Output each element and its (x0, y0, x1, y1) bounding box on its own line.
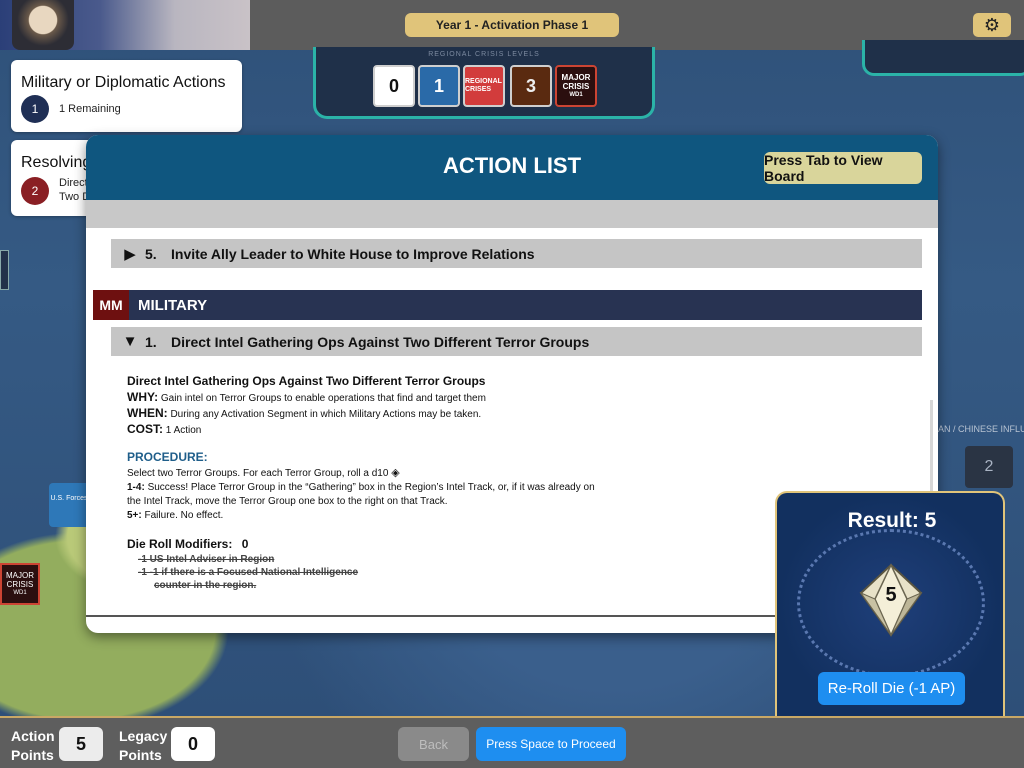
actions-card-title: Military or Diplomatic Actions (21, 74, 226, 91)
board-major-crisis-token[interactable]: MAJOR CRISIS WD1 (0, 563, 40, 605)
reroll-button[interactable]: Re-Roll Die (-1 AP) (818, 672, 965, 705)
actions-card[interactable]: Military or Diplomatic Actions 1 1 Remai… (11, 60, 242, 132)
regional-crises-token[interactable]: REGIONAL CRISES (463, 65, 505, 107)
modifiers-label: Die Roll Modifiers: (127, 537, 233, 551)
major-crisis-token[interactable]: MAJOR CRISIS WD1 (555, 65, 597, 107)
us-forces-token[interactable]: U.S. Forces (49, 483, 89, 527)
why-text: Gain intel on Terror Groups to enable op… (160, 393, 486, 404)
resolving-badge: 2 (21, 177, 49, 205)
modifier-item: -1 US Intel Adviser in Region (138, 554, 275, 565)
procedure-heading: PROCEDURE: (127, 450, 208, 464)
board-major-line2: CRISIS (6, 580, 34, 589)
crisis-level-3[interactable]: 3 (510, 65, 552, 107)
crisis-caption: REGIONAL CRISIS LEVELS (428, 51, 540, 58)
board-major-line1: MAJOR (6, 571, 34, 580)
modifier-item: -1 -1 if there is a Focused National Int… (138, 567, 359, 578)
proceed-button[interactable]: Press Space to Proceed (476, 727, 626, 761)
detail-cost: COST: 1 Action (127, 422, 897, 436)
action-points-value: 5 (59, 727, 103, 761)
legacy-points-label-line2: Points (119, 747, 162, 763)
procedure-text: Select two Terror Groups. For each Terro… (127, 466, 597, 523)
military-label: MILITARY (138, 296, 208, 314)
detail-why: WHY: Gain intel on Terror Groups to enab… (127, 390, 897, 404)
dice-result-panel: Result: 5 5 Re-Roll Die (-1 AP) (775, 491, 1005, 716)
fail-text: Failure. No effect. (144, 510, 224, 521)
action-number: 5. (145, 245, 157, 262)
action-row-invite-ally[interactable]: ▶ 5. Invite Ally Leader to White House t… (111, 239, 922, 268)
military-code: MM (93, 290, 129, 320)
back-button[interactable]: Back (398, 727, 469, 761)
procedure-success: 1-4: Success! Place Terror Group in the … (127, 481, 597, 509)
legacy-points-label: Legacy Points (119, 727, 167, 765)
action-label: Direct Intel Gathering Ops Against Two D… (171, 333, 590, 350)
chevron-down-icon: ▼ (122, 333, 138, 350)
bottom-bar: Action Points 5 Legacy Points 0 Back Pre… (0, 716, 1024, 768)
when-label: WHEN: (127, 406, 168, 420)
action-points-label: Action Points (11, 727, 55, 765)
procedure-intro-text: Select two Terror Groups. For each Terro… (127, 468, 389, 479)
influence-track-value[interactable]: 2 (965, 446, 1013, 488)
action-points-label-line1: Action (11, 728, 55, 744)
modal-header: ACTION LIST Press Tab to View Board (86, 135, 938, 200)
settings-button[interactable]: ⚙ (973, 13, 1011, 37)
resolving-card-title: Resolving (21, 154, 92, 171)
legacy-points-value: 0 (171, 727, 215, 761)
when-text: During any Activation Segment in which M… (170, 409, 482, 420)
action-number: 1. (145, 333, 157, 350)
influence-track-label: AN / CHINESE INFLU (938, 424, 1024, 434)
president-portrait (12, 0, 74, 50)
cost-label: COST: (127, 422, 163, 436)
crisis-level-1[interactable]: 1 (418, 65, 460, 107)
legacy-points-label-line1: Legacy (119, 728, 168, 744)
detail-title: Direct Intel Gathering Ops Against Two D… (127, 374, 486, 388)
phase-indicator: Year 1 - Activation Phase 1 (405, 13, 619, 37)
action-points-label-line2: Points (11, 747, 54, 763)
gear-icon: ⚙ (983, 14, 1001, 35)
die-value: 5 (885, 584, 897, 606)
major-crisis-line3: WD1 (569, 91, 583, 98)
view-board-button[interactable]: Press Tab to View Board (764, 152, 922, 184)
board-token[interactable] (0, 250, 9, 290)
procedure-intro: Select two Terror Groups. For each Terro… (127, 466, 597, 481)
major-crisis-line2: CRISIS (562, 81, 590, 91)
crisis-level-0[interactable]: 0 (373, 65, 415, 107)
success-text: Success! Place Terror Group in the “Gath… (127, 482, 595, 507)
success-label: 1-4: (127, 482, 145, 493)
chevron-right-icon: ▶ (124, 245, 136, 263)
actions-remaining: 1 Remaining (59, 103, 121, 115)
regional-crisis-tray: REGIONAL CRISIS LEVELS 0 1 REGIONAL CRIS… (313, 47, 655, 119)
military-section-header: MM MILITARY (93, 290, 922, 320)
cost-text: 1 Action (165, 425, 202, 436)
procedure-fail: 5+: Failure. No effect. (127, 509, 597, 523)
action-label: Invite Ally Leader to White House to Imp… (171, 245, 535, 262)
action-detail: Direct Intel Gathering Ops Against Two D… (127, 374, 897, 436)
d10-die-icon: ◈ (391, 467, 400, 479)
board-major-line3: WD1 (13, 590, 27, 596)
action-row-intel-ops[interactable]: ▼ 1. Direct Intel Gathering Ops Against … (111, 327, 922, 356)
modifiers-value: 0 (241, 537, 249, 551)
why-label: WHY: (127, 390, 159, 404)
detail-when: WHEN: During any Activation Segment in w… (127, 406, 897, 420)
modal-subbar (86, 200, 938, 228)
modifier-item-continued: counter in the region. (154, 580, 257, 591)
result-label: Result: 5 (847, 509, 937, 532)
actions-badge: 1 (21, 95, 49, 123)
major-crisis-line1: MAJOR (561, 72, 591, 82)
modifiers-heading: Die Roll Modifiers: 0 (127, 537, 248, 551)
right-top-tray (862, 40, 1024, 76)
fail-label: 5+: (127, 510, 142, 521)
